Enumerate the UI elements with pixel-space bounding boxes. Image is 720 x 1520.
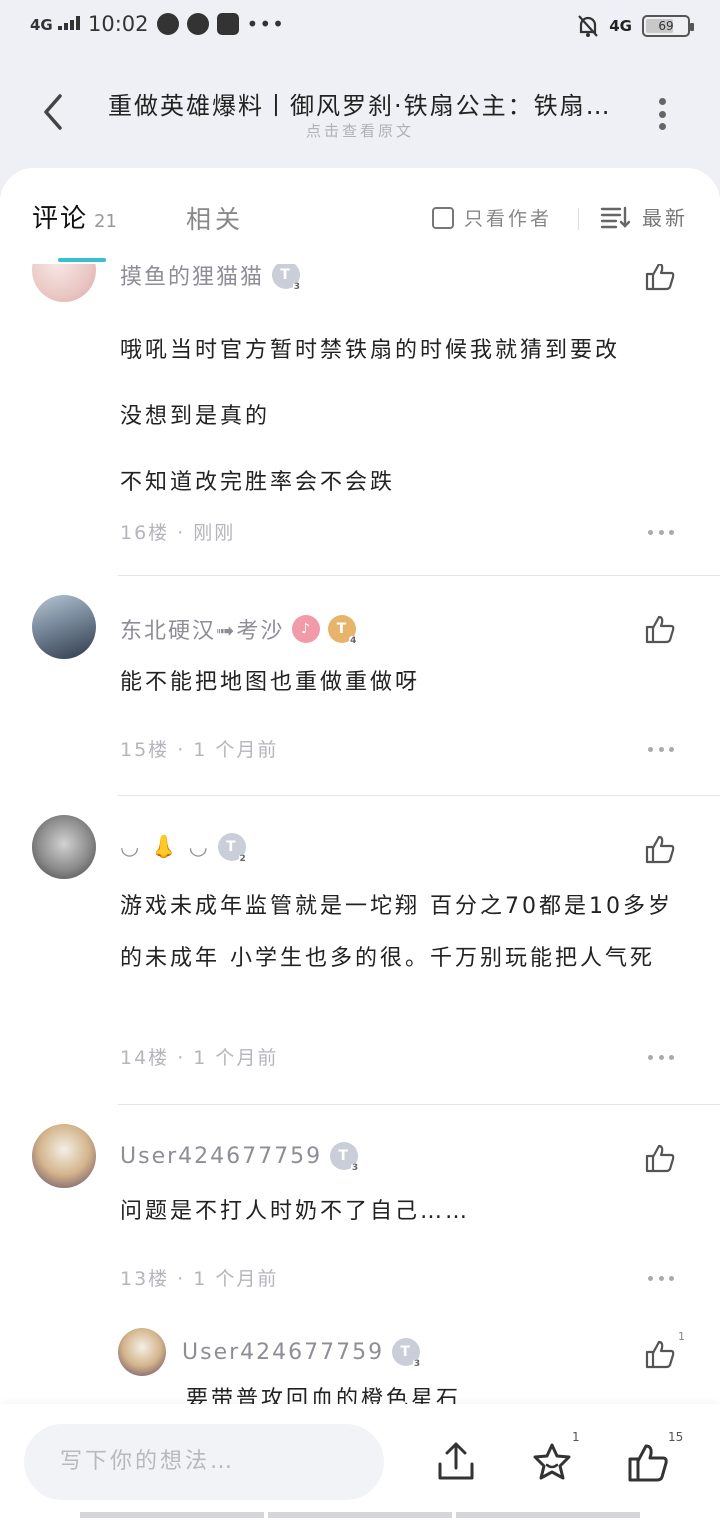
avatar[interactable]: [32, 815, 96, 879]
divider: [118, 1104, 720, 1105]
tab-related[interactable]: 相关: [186, 200, 244, 236]
play-icon: [216, 13, 239, 35]
comment-more-icon[interactable]: [648, 530, 674, 536]
comment-line: 哦吼当时官方暂时禁铁扇的时候我就猜到要改: [120, 338, 621, 363]
qq-icon: [156, 13, 179, 35]
comment-input[interactable]: 写下你的想法…: [24, 1424, 384, 1500]
network-label: 4G: [30, 16, 53, 34]
badge-level: 4: [349, 636, 360, 646]
username[interactable]: 东北硬汉➟考沙 ♪ T4: [120, 613, 360, 646]
planet-icon: [186, 13, 209, 35]
like-icon[interactable]: [644, 1142, 676, 1174]
tab-comments[interactable]: 评论 21: [32, 198, 117, 235]
article-title[interactable]: 重做英雄爆料丨御风罗刹·铁扇公主：铁扇…: [108, 86, 608, 121]
comments-panel: 评论 21 相关 只看作者 最新 摸鱼的狸猫猫 T3 哦吼当时官方暂时禁铁扇的时候…: [0, 168, 720, 1520]
comment-meta: 16楼 · 刚刚: [120, 522, 236, 544]
avatar[interactable]: [32, 595, 96, 659]
badge-level: 3: [292, 282, 304, 292]
network-indicator: 4G: [30, 16, 80, 34]
signal-icon: [57, 16, 80, 30]
comment-meta: 13楼 · 1 个月前: [120, 1268, 279, 1290]
username-text: User424677759: [120, 1143, 323, 1169]
active-tab-indicator: [58, 258, 106, 262]
battery-icon: 69: [642, 15, 694, 37]
favorite-count: 1: [572, 1430, 580, 1444]
badge-letter: T: [336, 621, 349, 637]
divider: [118, 795, 720, 796]
comment-count: 21: [94, 211, 117, 232]
comment-text[interactable]: 问题是不打人时奶不了自己……: [120, 1194, 690, 1230]
clock: 10:02: [87, 12, 149, 36]
comment-more-icon[interactable]: [648, 747, 674, 753]
comment-text[interactable]: 游戏未成年监管就是一坨翔 百分之70都是10多岁的未成年 小学生也多的很。千万别…: [120, 881, 690, 985]
gesture-bar: [80, 1512, 640, 1518]
comment-tabs: 评论 21 相关 只看作者 最新: [0, 168, 720, 264]
sort-icon: [600, 206, 630, 228]
avatar[interactable]: [118, 1328, 166, 1376]
comment-line: 能不能把地图也重做重做呀: [120, 670, 421, 695]
reply-like-count: 1: [678, 1330, 685, 1343]
battery-level: 69: [658, 19, 674, 33]
tab-divider: [578, 208, 579, 230]
username[interactable]: ◡ 👃 ◡ T2: [120, 833, 249, 864]
view-original-link[interactable]: 点击查看原文: [0, 120, 720, 141]
comment-meta: 15楼 · 1 个月前: [120, 739, 279, 761]
comment-more-icon[interactable]: [648, 1276, 674, 1282]
level-badge: T3: [330, 1142, 362, 1173]
article-header: 重做英雄爆料丨御风罗刹·铁扇公主：铁扇… 点击查看原文: [0, 70, 720, 160]
like-count: 15: [668, 1430, 684, 1444]
author-only-label: 只看作者: [464, 208, 553, 230]
comment-line: 游戏未成年监管就是一坨翔 百分之70都是10多岁的未成年 小学生也多的很。千万别…: [120, 894, 673, 971]
status-bar: 4G 10:02 ••• 4G 69: [0, 0, 720, 56]
vip-badge: ♪: [292, 615, 321, 643]
comment-line: 不知道改完胜率会不会跌: [120, 470, 396, 495]
comment-text[interactable]: 能不能把地图也重做重做呀: [120, 665, 690, 701]
username-text: User424677759: [182, 1339, 385, 1365]
comment-line: 没想到是真的: [120, 404, 271, 429]
avatar[interactable]: [32, 1124, 96, 1188]
badge-letter: T: [280, 267, 292, 283]
author-only-checkbox[interactable]: [432, 206, 454, 229]
like-icon[interactable]: [644, 1338, 676, 1370]
username-text: ◡ 👃 ◡: [120, 834, 210, 860]
author-only-toggle[interactable]: 只看作者: [432, 204, 552, 231]
comment-more-icon[interactable]: [648, 1055, 674, 1061]
badge-level: 2: [238, 854, 249, 864]
comment-meta: 14楼 · 1 个月前: [120, 1047, 279, 1069]
like-icon[interactable]: [626, 1440, 670, 1484]
badge-letter: T: [226, 839, 238, 855]
bottom-bar: 写下你的想法… 1 15: [0, 1404, 720, 1520]
badge-level: 3: [412, 1359, 424, 1369]
divider: [118, 575, 720, 576]
username[interactable]: User424677759 T3: [120, 1142, 362, 1173]
level-badge: T3: [272, 261, 304, 292]
sort-toggle[interactable]: 最新: [600, 202, 688, 231]
username[interactable]: User424677759 T3: [182, 1338, 424, 1369]
share-icon[interactable]: [434, 1440, 478, 1484]
comment-line: 问题是不打人时奶不了自己……: [120, 1199, 471, 1224]
like-icon[interactable]: [644, 613, 676, 645]
badge-level: 3: [350, 1163, 362, 1173]
tab-comments-label: 评论: [32, 204, 89, 234]
badge-letter: T: [338, 1148, 350, 1164]
network-indicator-right: 4G: [609, 17, 632, 35]
level-badge: T2: [217, 833, 249, 864]
mute-bell-icon: [578, 15, 599, 37]
favorite-star-icon[interactable]: [530, 1440, 574, 1484]
level-badge: T4: [328, 615, 360, 646]
like-icon[interactable]: [644, 260, 676, 292]
like-icon[interactable]: [644, 833, 676, 865]
more-notifications: •••: [246, 12, 285, 36]
comment-text[interactable]: 哦吼当时官方暂时禁铁扇的时候我就猜到要改 没想到是真的 不知道改完胜率会不会跌: [120, 318, 690, 516]
sort-label: 最新: [642, 206, 688, 230]
username-text: 东北硬汉➟考沙: [120, 619, 285, 644]
more-options-icon[interactable]: [656, 98, 668, 130]
badge-letter: T: [400, 1344, 412, 1360]
level-badge: T3: [392, 1338, 424, 1369]
